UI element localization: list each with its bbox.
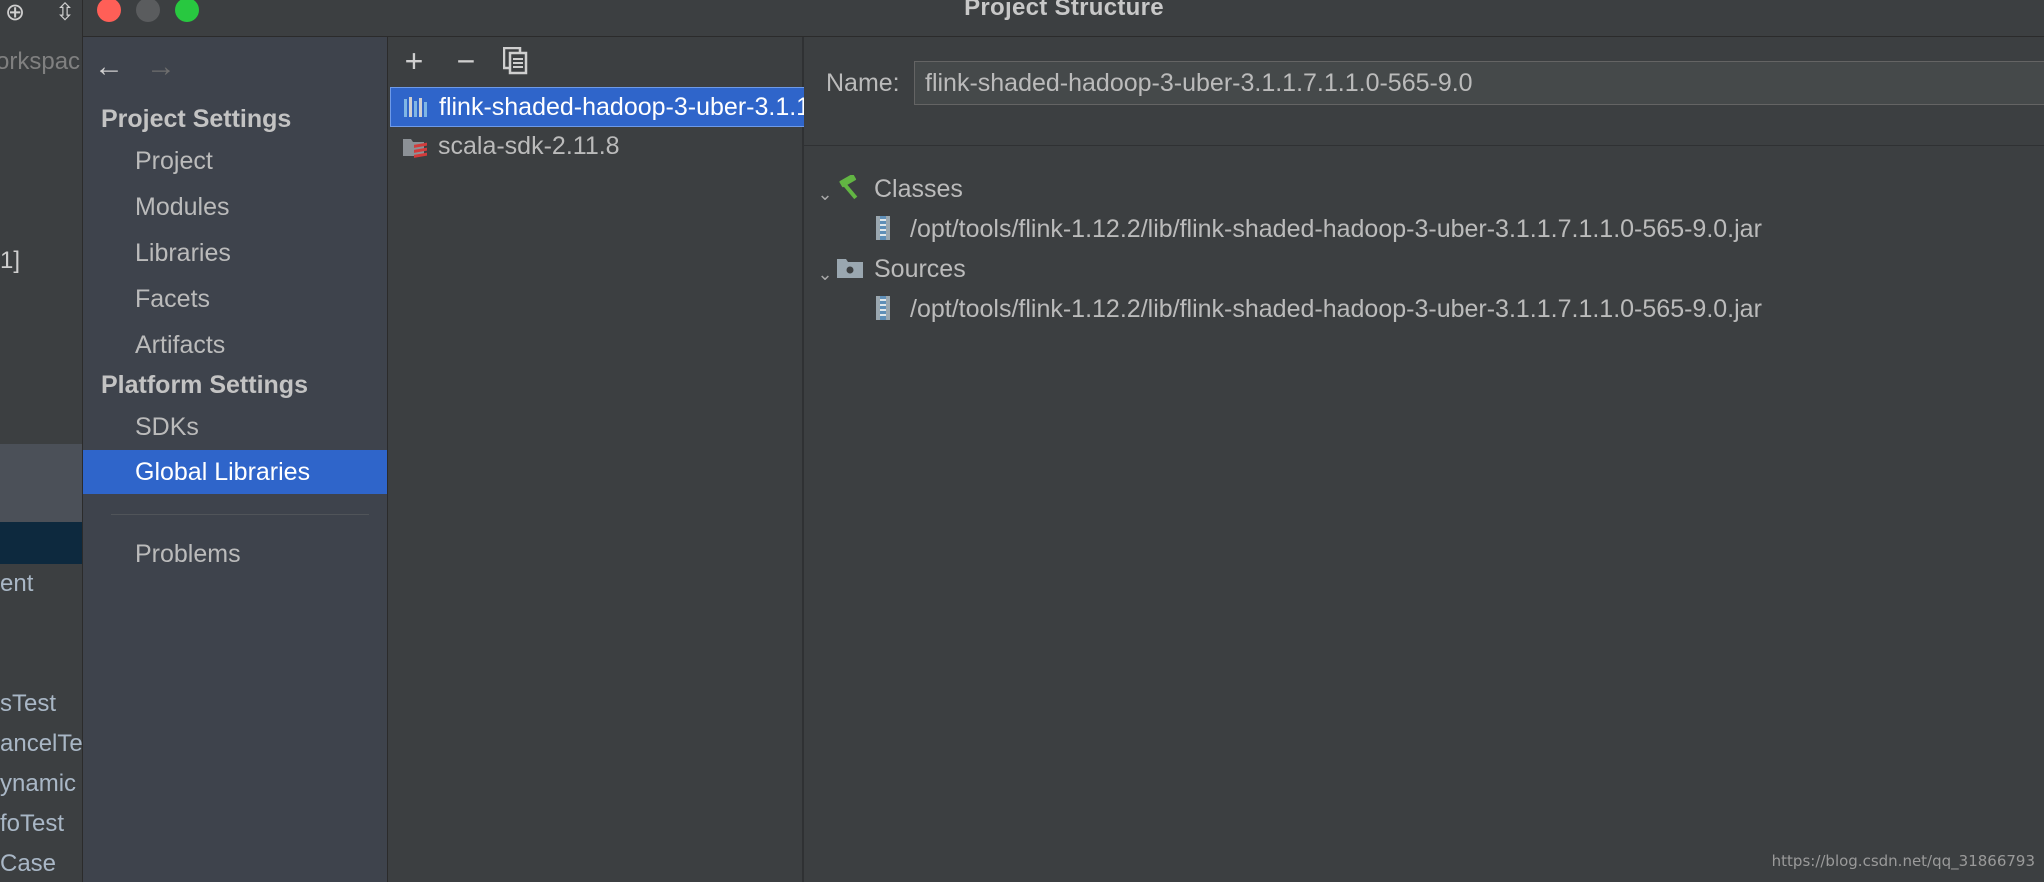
bg-text-fotest: foTest [0, 810, 65, 837]
classes-jar-entry[interactable]: /opt/tools/flink-1.12.2/lib/flink-shaded… [804, 211, 2044, 247]
classes-label: Classes [874, 175, 963, 203]
name-label: Name: [826, 69, 900, 97]
library-name-field[interactable] [914, 61, 2044, 105]
project-settings-header: Project Settings [101, 105, 292, 133]
jar-icon [876, 296, 890, 320]
sidebar-item-label: Libraries [135, 239, 231, 267]
bg-text-workspace: orkspac [0, 48, 81, 75]
copy-library-button[interactable] [498, 43, 534, 79]
project-structure-dialog: Project Structure ← → Project Settings P… [82, 0, 2044, 882]
bg-text-stest: sTest [0, 690, 57, 717]
sidebar-item-libraries[interactable]: Libraries [83, 231, 387, 275]
sources-jar-entry[interactable]: /opt/tools/flink-1.12.2/lib/flink-shaded… [804, 291, 2044, 327]
sidebar-item-global-libraries[interactable]: Global Libraries [83, 450, 387, 494]
hammer-icon [839, 175, 858, 200]
sidebar-divider [111, 514, 369, 515]
classes-path: /opt/tools/flink-1.12.2/lib/flink-shaded… [910, 215, 1762, 243]
settings-sidebar: ← → Project Settings Project Modules Lib… [83, 37, 388, 882]
library-item-label: scala-sdk-2.11.8 [438, 132, 620, 160]
sidebar-item-label: Project [135, 147, 213, 175]
sidebar-item-label: Global Libraries [135, 458, 311, 486]
library-icon [404, 97, 427, 117]
crosshair-icon[interactable]: ⊕ [2, 0, 28, 26]
sidebar-item-sdks[interactable]: SDKs [83, 405, 387, 449]
sidebar-item-project[interactable]: Project [83, 139, 387, 183]
dialog-titlebar: Project Structure [83, 0, 2044, 37]
bg-text-bracket: 1] [0, 247, 21, 274]
sidebar-item-label: Problems [135, 540, 241, 568]
watermark-text: https://blog.csdn.net/qq_31866793 [1771, 852, 2035, 870]
sidebar-item-label: Artifacts [135, 331, 226, 359]
sources-label: Sources [874, 255, 966, 283]
tree-node-sources[interactable]: ⌄ Sources [804, 251, 1604, 287]
library-list-panel: + − flink-shaded-hadoop-3-uber-3.1.1.7.1… [388, 37, 998, 882]
folder-icon [837, 259, 863, 278]
copy-icon [502, 46, 528, 75]
sidebar-item-label: SDKs [135, 413, 199, 441]
sidebar-item-label: Facets [135, 285, 211, 313]
plus-icon: + [404, 43, 424, 79]
scala-sdk-icon [403, 139, 427, 158]
forward-arrow-icon[interactable]: → [141, 47, 181, 87]
library-detail-panel: Name: ⌄ Classes [804, 37, 2044, 882]
screen: ⊕ ⇳ orkspac 1] ent sTest ancelTe ynamic … [0, 0, 2044, 882]
bg-text-ancel: ancelTe [0, 730, 82, 757]
library-item-scala-sdk[interactable]: scala-sdk-2.11.8 [390, 127, 630, 165]
bg-text-ynamic: ynamic [0, 770, 77, 797]
bg-text-case: Case [0, 850, 57, 877]
detail-divider [804, 145, 2044, 146]
minus-icon: − [456, 43, 476, 79]
jar-icon [876, 216, 890, 240]
tree-node-classes[interactable]: ⌄ Classes [804, 171, 1604, 207]
sidebar-item-label: Modules [135, 193, 230, 221]
sources-path: /opt/tools/flink-1.12.2/lib/flink-shaded… [910, 295, 1762, 323]
collapse-icon[interactable]: ⇳ [52, 0, 78, 26]
sidebar-item-artifacts[interactable]: Artifacts [83, 323, 387, 367]
bg-selection-band [0, 522, 82, 564]
sidebar-item-facets[interactable]: Facets [83, 277, 387, 321]
dialog-title: Project Structure [964, 0, 1164, 21]
chevron-down-icon[interactable]: ⌄ [814, 256, 836, 284]
sidebar-item-modules[interactable]: Modules [83, 185, 387, 229]
background-ide-window: ⊕ ⇳ orkspac 1] ent sTest ancelTe ynamic … [0, 0, 82, 882]
back-arrow-icon[interactable]: ← [89, 47, 129, 87]
platform-settings-header: Platform Settings [101, 371, 308, 399]
chevron-down-icon[interactable]: ⌄ [814, 176, 836, 204]
add-library-button[interactable]: + [396, 43, 432, 79]
bg-highlight-band [0, 444, 82, 522]
sidebar-item-problems[interactable]: Problems [83, 532, 387, 576]
bg-text-ent: ent [0, 570, 34, 597]
remove-library-button[interactable]: − [448, 43, 484, 79]
